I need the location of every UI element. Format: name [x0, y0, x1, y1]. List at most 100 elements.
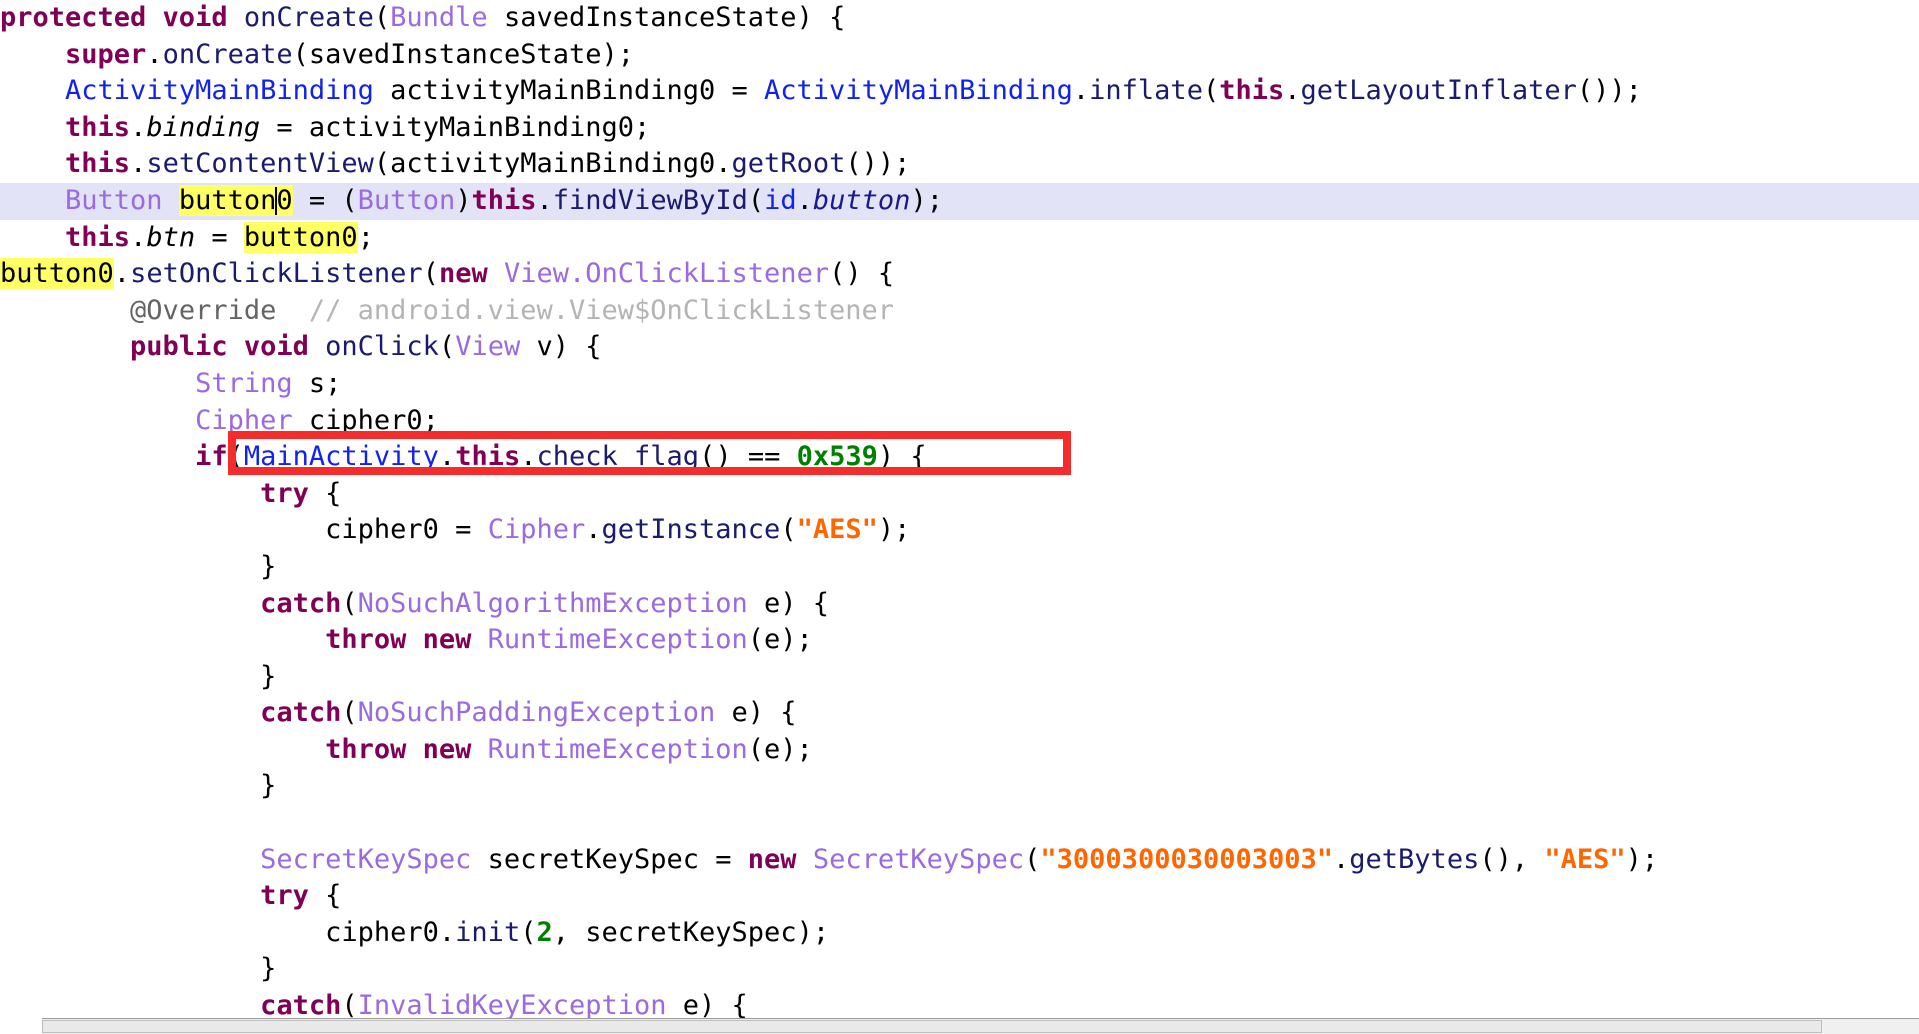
token-operator: = [195, 221, 244, 253]
token-string-literal: "AES" [796, 514, 878, 546]
code-viewer[interactable]: protected void onCreate(Bundle savedInst… [0, 0, 1919, 1034]
code-line[interactable]: this.btn = button0; [0, 220, 1919, 257]
code-line[interactable]: throw new RuntimeException(e); [0, 732, 1919, 769]
token-keyword: catch [260, 697, 342, 729]
occurrence-highlight-button0[interactable]: button0 [243, 221, 358, 253]
token-number: 0x539 [796, 441, 878, 473]
token-keyword: this [65, 111, 131, 143]
token-type: Cipher [195, 404, 293, 436]
token-punct: . [536, 184, 553, 216]
token-punct: ( [373, 148, 391, 180]
token-identifier: e [764, 624, 781, 656]
token-punct: . [715, 148, 732, 180]
token-keyword: try [260, 477, 309, 509]
code-line-blank[interactable] [0, 805, 1919, 842]
token-identifier: savedInstanceState [487, 2, 797, 33]
horizontal-scrollbar[interactable] [42, 1018, 1919, 1034]
token-punct: } [260, 770, 277, 802]
code-line[interactable]: } [0, 549, 1919, 586]
code-line[interactable]: try { [0, 476, 1919, 513]
token-punct: . [113, 258, 131, 290]
token-string-literal: "AES" [1544, 843, 1626, 875]
token-method: getLayoutInflater [1300, 75, 1577, 107]
token-method: check_flag [536, 441, 700, 473]
token-punct: , [552, 916, 586, 948]
token-type: String [195, 367, 293, 399]
code-line[interactable]: } [0, 659, 1919, 696]
code-line[interactable]: public void onClick(View v) { [0, 329, 1919, 366]
token-identifier: activityMainBinding0 [390, 148, 716, 180]
code-line[interactable]: cipher0.init(2, secretKeySpec); [0, 915, 1919, 952]
token-punct: ( [438, 331, 456, 363]
token-keyword: throw new [325, 733, 488, 765]
token-keyword: if [195, 441, 228, 473]
token-identifier: s [292, 367, 326, 399]
code-line-current[interactable]: Button button0 = (Button)this.findViewBy… [0, 182, 1919, 220]
token-keyword: throw new [325, 624, 488, 656]
token-operator: == [731, 441, 797, 473]
token-comment: // android.view.View$OnClickListener [276, 294, 895, 326]
code-line[interactable]: this.binding = activityMainBinding0; [0, 110, 1919, 147]
token-keyword: super [65, 38, 147, 70]
code-line[interactable]: button0.setOnClickListener(new View.OnCl… [0, 256, 1919, 293]
occurrence-highlight-button0[interactable]: button0 [178, 184, 293, 216]
token-type: RuntimeException [487, 624, 748, 656]
token-punct: ( [292, 38, 309, 70]
token-identifier: e [747, 587, 781, 619]
token-punct: () { [829, 258, 895, 290]
code-line[interactable]: SecretKeySpec secretKeySpec = new Secret… [0, 842, 1919, 879]
token-type: Cipher [487, 514, 586, 546]
code-line[interactable]: cipher0 = Cipher.getInstance("AES"); [0, 512, 1919, 549]
code-line[interactable]: } [0, 768, 1919, 805]
token-punct: ; [325, 367, 342, 399]
code-line[interactable]: Cipher cipher0; [0, 403, 1919, 440]
code-line[interactable]: super.onCreate(savedInstanceState); [0, 37, 1919, 74]
token-number: 2 [536, 916, 553, 948]
code-line[interactable]: String s; [0, 366, 1919, 403]
token-type: MainActivity [243, 441, 439, 473]
token-type: NoSuchPaddingException [357, 697, 716, 729]
token-punct: . [796, 184, 813, 216]
code-line[interactable]: throw new RuntimeException(e); [0, 622, 1919, 659]
code-line[interactable]: ActivityMainBinding activityMainBinding0… [0, 73, 1919, 110]
token-identifier: activityMainBinding0 [373, 75, 732, 107]
token-operator: = [438, 514, 488, 546]
token-identifier: e [666, 990, 700, 1022]
token-type: Bundle [390, 2, 488, 33]
code-line[interactable]: } [0, 951, 1919, 988]
code-text-area[interactable]: protected void onCreate(Bundle savedInst… [0, 0, 1919, 1025]
code-line[interactable]: protected void onCreate(Bundle savedInst… [0, 0, 1919, 37]
token-punct: . [146, 38, 163, 70]
token-keyword: this [471, 184, 537, 216]
occurrence-highlight-button0[interactable]: button0 [0, 258, 114, 290]
code-line[interactable]: this.setContentView(activityMainBinding0… [0, 146, 1919, 183]
token-punct: ) [455, 184, 472, 216]
token-keyword: this [65, 148, 131, 180]
code-line-flag-check[interactable]: if(MainActivity.this.check_flag() == 0x5… [0, 439, 1919, 476]
horizontal-scrollbar-thumb[interactable] [42, 1020, 1822, 1033]
code-line[interactable]: @Override // android.view.View$OnClickLi… [0, 293, 1919, 330]
code-line[interactable]: try { [0, 878, 1919, 915]
token-punct: } [260, 550, 277, 582]
token-punct: . [585, 514, 602, 546]
token-keyword: try [260, 880, 309, 912]
code-line[interactable]: catch(NoSuchPaddingException e) { [0, 695, 1919, 732]
code-line[interactable]: catch(NoSuchAlgorithmException e) { [0, 586, 1919, 623]
token-punct: ( [747, 624, 765, 656]
token-keyword: catch [260, 990, 342, 1022]
token-type: NoSuchAlgorithmException [357, 587, 748, 619]
